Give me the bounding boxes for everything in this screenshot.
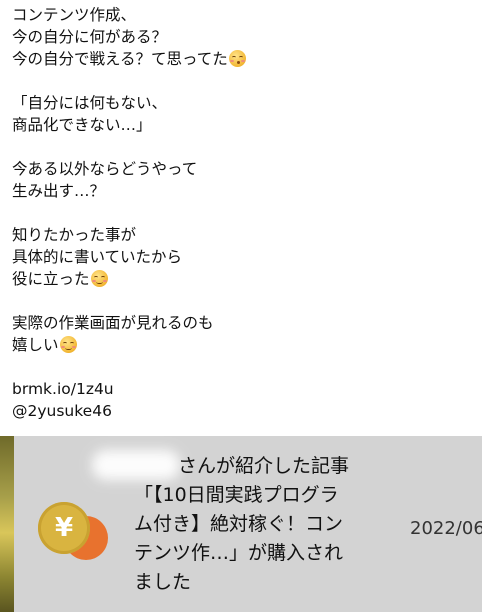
post-line: 今の自分で戦える？て思ってた — [12, 48, 472, 70]
notification-date: 2022/06 — [410, 518, 482, 539]
post-user-handle[interactable]: @2yusuke46 — [12, 400, 472, 422]
kissing-face-emoji-icon — [228, 50, 246, 67]
post-line: 商品化できない…」 — [12, 116, 152, 134]
post-line-text: 今の自分で戦える？て思ってた — [12, 50, 228, 68]
notification-message-line: ム付き】絶対稼ぐ！コン — [134, 513, 344, 535]
notification-message-line: テンツ作…」が購入され — [134, 542, 344, 564]
post-line: 役に立った — [12, 268, 472, 290]
notification-message-line: さんが紹介した記事 — [178, 455, 350, 477]
post-body: コンテンツ作成、 今の自分に何がある？ 今の自分で戦える？て思ってた 「自分には… — [12, 4, 472, 422]
purchase-notification[interactable]: ¥ さんが紹介した記事 「【10日間実践プログラ ム付き】絶対稼ぐ！コン テンツ… — [0, 436, 482, 612]
post-line: 嬉しい — [12, 334, 472, 356]
relieved-face-emoji-icon — [90, 270, 108, 287]
post-line: 今の自分に何がある？ — [12, 28, 168, 46]
post-line-text: 役に立った — [12, 270, 90, 288]
notification-message-line: 「【10日間実践プログラ — [134, 484, 339, 506]
post-line: 生み出す…？ — [12, 182, 106, 200]
post-line: 「自分には何もない、 — [12, 94, 168, 112]
notification-message: さんが紹介した記事 「【10日間実践プログラ ム付き】絶対稼ぐ！コン テンツ作…… — [134, 452, 384, 597]
left-image-strip — [0, 436, 14, 612]
yen-coin-icon: ¥ — [38, 502, 110, 562]
post-line: 今ある以外ならどうやって — [12, 160, 198, 178]
relieved-face-emoji-icon — [59, 336, 77, 353]
notification-message-line: ました — [134, 571, 192, 593]
post-line-text: 嬉しい — [12, 336, 59, 354]
yen-symbol: ¥ — [38, 502, 90, 554]
post-line: 具体的に書いていたから — [12, 248, 183, 266]
post-link[interactable]: brmk.io/1z4u — [12, 378, 472, 400]
post-line: コンテンツ作成、 — [12, 6, 137, 24]
post-line: 実際の作業画面が見れるのも — [12, 314, 214, 332]
post-line: 知りたかった事が — [12, 226, 137, 244]
